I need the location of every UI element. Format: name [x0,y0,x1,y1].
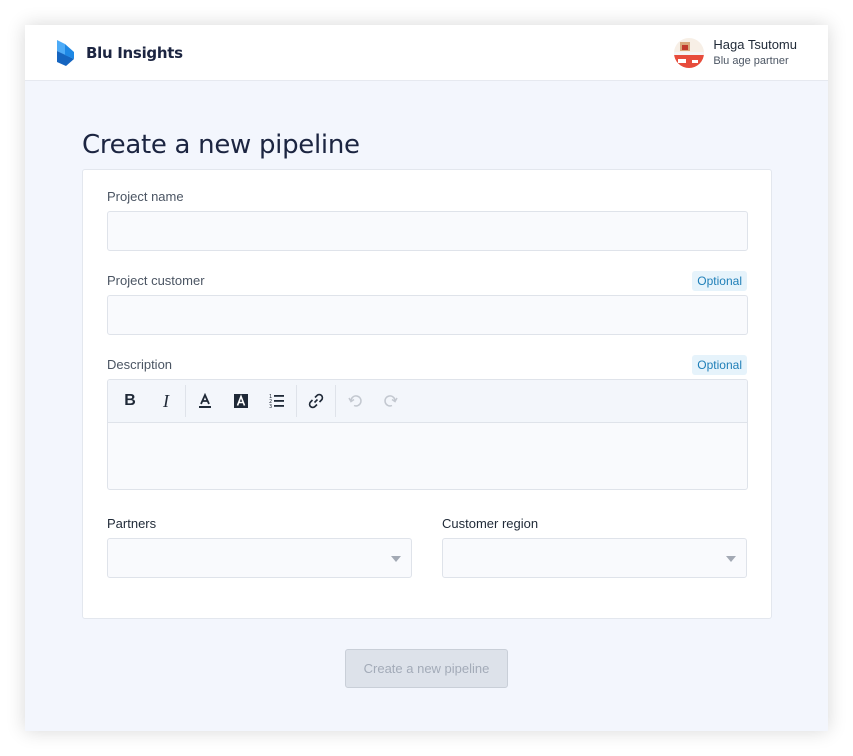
italic-button[interactable]: I [148,386,184,416]
app-window: Blu Insights Haga Tsutomu Blu age partne… [25,25,828,731]
description-editor: B I 1 2 3 [107,379,748,490]
top-header: Blu Insights Haga Tsutomu Blu age partne… [25,25,828,81]
description-optional-badge: Optional [692,355,747,375]
partners-label: Partners [107,516,157,531]
ordered-list-button[interactable]: 1 2 3 [259,386,295,416]
avatar [674,38,705,68]
user-name: Haga Tsutomu [713,37,797,52]
app-logo[interactable]: Blu Insights [56,39,183,67]
description-textarea[interactable] [108,423,747,489]
bold-icon: B [124,392,136,409]
user-menu[interactable]: Haga Tsutomu Blu age partner [674,37,797,69]
project-name-input[interactable] [107,211,748,251]
project-name-label: Project name [107,189,184,204]
highlight-button[interactable] [223,386,259,416]
app-name: Blu Insights [86,44,183,62]
bold-button[interactable]: B [112,386,148,416]
project-customer-label: Project customer [107,273,205,288]
svg-text:3: 3 [269,404,272,409]
page-title: Create a new pipeline [82,130,360,160]
project-customer-optional-badge: Optional [692,271,747,291]
description-label: Description [107,357,173,372]
toolbar-divider [296,385,297,417]
user-role: Blu age partner [713,55,789,67]
customer-region-select[interactable] [442,538,747,578]
partners-select[interactable] [107,538,412,578]
blu-insights-logo-icon [57,40,74,66]
redo-icon [384,395,398,407]
create-pipeline-button[interactable]: Create a new pipeline [345,649,508,688]
redo-button[interactable] [373,386,409,416]
link-button[interactable] [298,386,334,416]
text-color-icon [199,393,211,408]
text-color-button[interactable] [187,386,223,416]
toolbar-divider [335,385,336,417]
editor-toolbar: B I 1 2 3 [108,380,747,423]
highlight-icon [234,394,248,408]
toolbar-divider [185,385,186,417]
undo-icon [348,395,362,407]
customer-region-label: Customer region [442,516,539,531]
project-customer-input[interactable] [107,295,748,335]
pipeline-form: Project name Project customer Optional D… [82,169,772,619]
chevron-down-icon [726,556,736,562]
undo-button[interactable] [337,386,373,416]
ordered-list-icon: 1 2 3 [269,394,284,409]
link-icon [308,393,324,409]
chevron-down-icon [391,556,401,562]
italic-icon: I [163,390,169,411]
